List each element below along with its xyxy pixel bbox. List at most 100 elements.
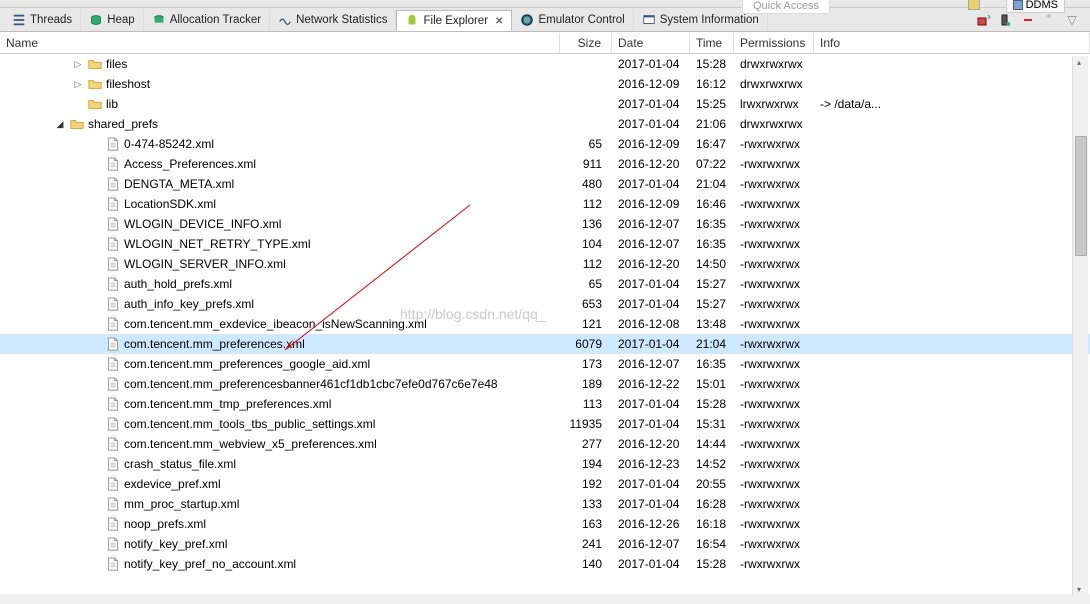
cell-perm: -rwxrwxrwx (734, 297, 814, 311)
view-menu-icon[interactable]: ▽ (1064, 12, 1080, 28)
expander-none (90, 218, 102, 230)
expander-none (90, 558, 102, 570)
item-name: fileshost (106, 77, 150, 91)
perspective-open-icon[interactable] (968, 0, 980, 10)
folder-icon (70, 117, 84, 131)
threads-icon (12, 13, 26, 27)
file-row[interactable]: LocationSDK.xml1122016-12-0916:46-rwxrwx… (0, 194, 1090, 214)
file-row[interactable]: crash_status_file.xml1942016-12-2314:52-… (0, 454, 1090, 474)
cell-size: 140 (560, 557, 612, 571)
item-name: mm_proc_startup.xml (124, 497, 239, 511)
file-row[interactable]: com.tencent.mm_preferences.xml60792017-0… (0, 334, 1090, 354)
file-row[interactable]: WLOGIN_DEVICE_INFO.xml1362016-12-0716:35… (0, 214, 1090, 234)
file-icon (106, 437, 120, 451)
vertical-scrollbar[interactable] (1072, 56, 1088, 596)
file-row[interactable]: 0-474-85242.xml652016-12-0916:47-rwxrwxr… (0, 134, 1090, 154)
file-icon (106, 417, 120, 431)
delete-icon[interactable] (1020, 12, 1036, 28)
tab-file-explorer[interactable]: File Explorer✕ (396, 10, 512, 31)
cell-date: 2016-12-07 (612, 217, 690, 231)
tab-label: Emulator Control (538, 14, 624, 26)
file-icon (106, 157, 120, 171)
close-icon[interactable]: ✕ (495, 16, 503, 27)
header-info[interactable]: Info (814, 33, 1090, 53)
file-row[interactable]: notify_key_pref.xml2412016-12-0716:54-rw… (0, 534, 1090, 554)
file-row[interactable]: com.tencent.mm_tmp_preferences.xml113201… (0, 394, 1090, 414)
cell-size: 112 (560, 257, 612, 271)
cell-size: 113 (560, 397, 612, 411)
cell-time: 21:04 (690, 337, 734, 351)
file-row[interactable]: com.tencent.mm_tools_tbs_public_settings… (0, 414, 1090, 434)
tab-heap[interactable]: Heap (81, 9, 144, 30)
folder-row[interactable]: ▷files2017-01-0415:28drwxrwxrwx (0, 54, 1090, 74)
cell-perm: -rwxrwxrwx (734, 377, 814, 391)
file-row[interactable]: auth_info_key_prefs.xml6532017-01-0415:2… (0, 294, 1090, 314)
tab-emulator-control[interactable]: Emulator Control (512, 9, 633, 30)
cell-time: 15:28 (690, 557, 734, 571)
file-row[interactable]: com.tencent.mm_exdevice_ibeacon_isNewSca… (0, 314, 1090, 334)
ddms-label: DDMS (1026, 0, 1058, 11)
file-row[interactable]: DENGTA_META.xml4802017-01-0421:04-rwxrwx… (0, 174, 1090, 194)
quick-access-box[interactable]: Quick Access (742, 0, 830, 14)
cell-date: 2017-01-04 (612, 97, 690, 111)
scrollbar-thumb[interactable] (1075, 136, 1087, 256)
cell-size: 133 (560, 497, 612, 511)
expander-closed-icon[interactable]: ▷ (72, 58, 84, 70)
folder-row[interactable]: ◢shared_prefs2017-01-0421:06drwxrwxrwx (0, 114, 1090, 134)
cell-perm: -rwxrwxrwx (734, 437, 814, 451)
file-row[interactable]: Access_Preferences.xml9112016-12-2007:22… (0, 154, 1090, 174)
item-name: notify_key_pref.xml (124, 537, 227, 551)
file-row[interactable]: exdevice_pref.xml1922017-01-0420:55-rwxr… (0, 474, 1090, 494)
cell-perm: -rwxrwxrwx (734, 177, 814, 191)
file-row[interactable]: WLOGIN_NET_RETRY_TYPE.xml1042016-12-0716… (0, 234, 1090, 254)
file-row[interactable]: WLOGIN_SERVER_INFO.xml1122016-12-2014:50… (0, 254, 1090, 274)
cell-perm: -rwxrwxrwx (734, 357, 814, 371)
file-row[interactable]: mm_proc_startup.xml1332017-01-0416:28-rw… (0, 494, 1090, 514)
file-row[interactable]: com.tencent.mm_webview_x5_preferences.xm… (0, 434, 1090, 454)
header-date[interactable]: Date (612, 33, 690, 53)
tab-label: Threads (30, 14, 72, 26)
cell-perm: drwxrwxrwx (734, 117, 814, 131)
file-row[interactable]: auth_hold_prefs.xml652017-01-0415:27-rwx… (0, 274, 1090, 294)
push-file-icon[interactable] (998, 12, 1014, 28)
cell-perm: -rwxrwxrwx (734, 157, 814, 171)
cell-time: 20:55 (690, 477, 734, 491)
folder-icon (88, 97, 102, 111)
cell-perm: -rwxrwxrwx (734, 417, 814, 431)
file-row[interactable]: com.tencent.mm_preferences_google_aid.xm… (0, 354, 1090, 374)
cell-time: 16:35 (690, 357, 734, 371)
folder-row[interactable]: lib2017-01-0415:25lrwxrwxrwx-> /data/a..… (0, 94, 1090, 114)
cell-date: 2017-01-04 (612, 297, 690, 311)
cell-perm: -rwxrwxrwx (734, 537, 814, 551)
file-row[interactable]: com.tencent.mm_preferencesbanner461cf1db… (0, 374, 1090, 394)
cell-time: 14:50 (690, 257, 734, 271)
file-tree[interactable]: ▷ files 2017-01-04 15:28 drwxrwxrwx ▷ fileshos… (0, 54, 1090, 594)
expander-open-icon[interactable]: ◢ (54, 118, 66, 130)
cell-date: 2017-01-04 (612, 57, 690, 71)
expander-none (90, 538, 102, 550)
file-row[interactable]: notify_key_pref_no_account.xml1402017-01… (0, 554, 1090, 574)
tab-allocation-tracker[interactable]: Allocation Tracker (144, 9, 270, 30)
cell-size: 189 (560, 377, 612, 391)
header-name[interactable]: Name (0, 33, 560, 53)
new-folder-icon[interactable] (1042, 12, 1058, 28)
file-row[interactable]: noop_prefs.xml1632016-12-2616:18-rwxrwxr… (0, 514, 1090, 534)
header-permissions[interactable]: Permissions (734, 33, 814, 53)
header-time[interactable]: Time (690, 33, 734, 53)
tab-label: System Information (660, 14, 759, 26)
expander-none (90, 458, 102, 470)
cell-date: 2016-12-09 (612, 77, 690, 91)
folder-row[interactable]: ▷fileshost2016-12-0916:12drwxrwxrwx (0, 74, 1090, 94)
pull-file-icon[interactable] (976, 12, 992, 28)
tab-threads[interactable]: Threads (4, 9, 81, 30)
expander-closed-icon[interactable]: ▷ (72, 78, 84, 90)
item-name: 0-474-85242.xml (124, 137, 214, 151)
item-name: files (106, 57, 127, 71)
header-size[interactable]: Size (560, 33, 612, 53)
net-icon (278, 13, 292, 27)
cell-size: 192 (560, 477, 612, 491)
cell-date: 2017-01-04 (612, 117, 690, 131)
tab-network-statistics[interactable]: Network Statistics (270, 9, 396, 30)
cell-perm: -rwxrwxrwx (734, 137, 814, 151)
cell-time: 14:52 (690, 457, 734, 471)
